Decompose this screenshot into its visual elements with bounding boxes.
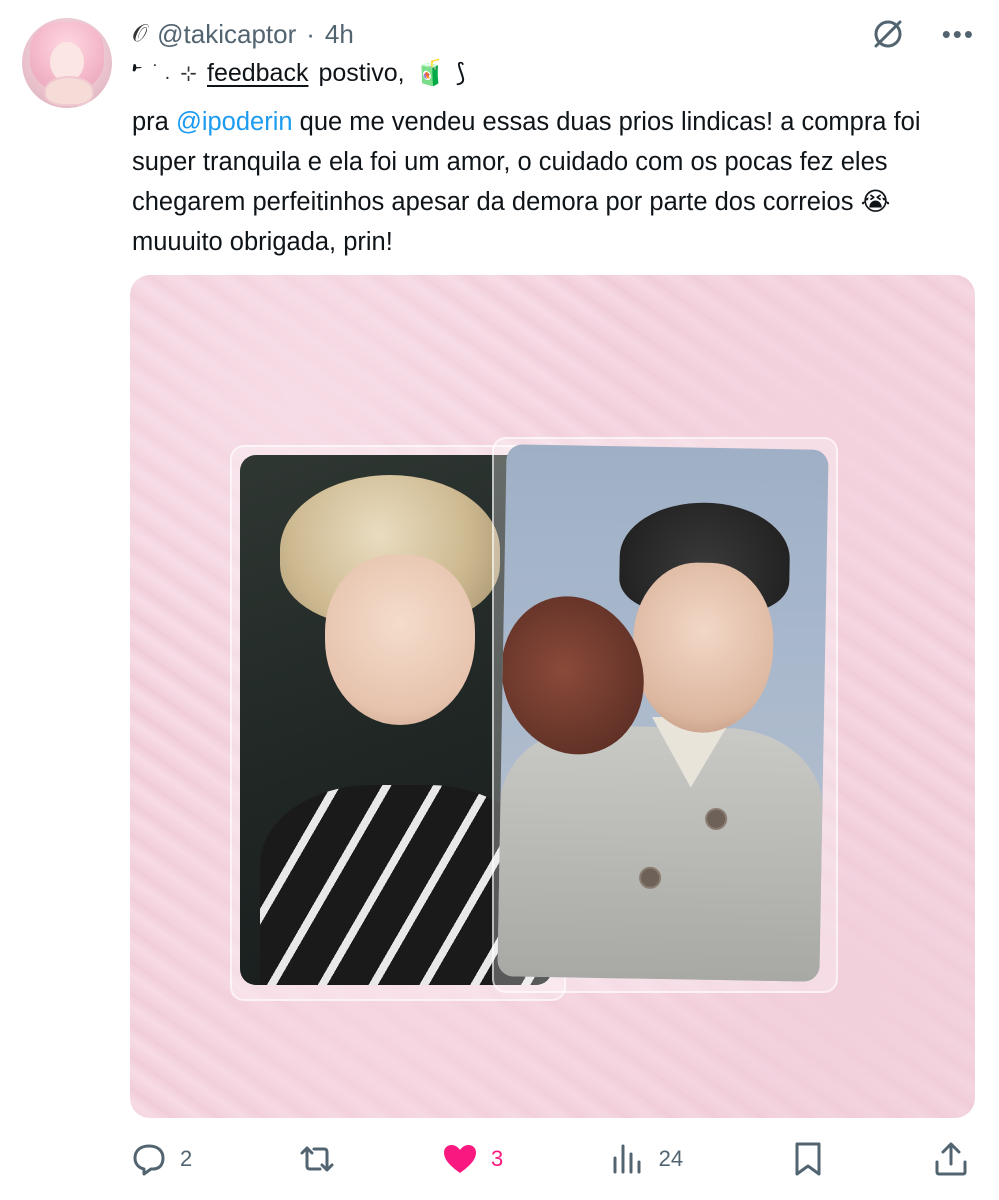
bookmark-icon bbox=[795, 1142, 821, 1176]
view-count: 24 bbox=[658, 1146, 684, 1171]
more-options-icon[interactable]: ••• bbox=[942, 16, 975, 52]
tweet-header: 𝒪 @takicaptor · 4h bbox=[132, 16, 354, 52]
tweet-top-actions: ••• bbox=[870, 16, 975, 52]
views-button[interactable]: 24 bbox=[609, 1140, 683, 1178]
views-icon bbox=[613, 1144, 641, 1174]
user-handle[interactable]: @takicaptor bbox=[157, 19, 296, 50]
reply-count: 2 bbox=[180, 1146, 193, 1171]
decorative-glyph: 𝀁 bbox=[132, 58, 143, 87]
photocard-right bbox=[497, 444, 829, 982]
feedback-word: feedback bbox=[207, 58, 309, 87]
photocard-right-face bbox=[631, 561, 775, 734]
share-icon bbox=[935, 1142, 967, 1176]
text-part-1: pra bbox=[132, 108, 176, 136]
reply-button[interactable]: 2 bbox=[130, 1140, 192, 1178]
avatar-hands bbox=[44, 76, 94, 106]
avatar[interactable] bbox=[22, 18, 112, 108]
repost-icon bbox=[300, 1146, 334, 1172]
share-button[interactable] bbox=[932, 1140, 970, 1178]
repost-button[interactable] bbox=[298, 1140, 336, 1178]
mention-link[interactable]: @ipoderin bbox=[176, 108, 293, 136]
photocard-right-cardigan bbox=[497, 724, 824, 982]
tweet-first-line: 𝀁 ˙ . ⊹ feedback postivo, 🧃 ⟆ bbox=[132, 58, 466, 88]
postivo-word: postivo, bbox=[318, 58, 405, 87]
reply-icon bbox=[133, 1144, 165, 1176]
like-count: 3 bbox=[491, 1146, 504, 1171]
name-decoration: 𝒪 bbox=[132, 20, 148, 47]
photocard-left-face bbox=[325, 555, 475, 725]
tweet-photo[interactable] bbox=[130, 275, 975, 1118]
like-button[interactable]: 3 bbox=[441, 1140, 503, 1178]
thread-emoji: ⟆ bbox=[455, 59, 466, 87]
crying-emoji: 😭 bbox=[860, 188, 891, 216]
separator-dot: · bbox=[306, 18, 315, 49]
bookmark-button[interactable] bbox=[789, 1140, 827, 1178]
heart-icon bbox=[444, 1145, 477, 1173]
tweet-text: pra @ipoderin que me vendeu essas duas p… bbox=[132, 102, 982, 262]
juice-box-emoji: 🧃 bbox=[414, 58, 446, 87]
decorative-dots: ˙ . bbox=[152, 61, 171, 84]
text-part-3: muuuito obrigada, prin! bbox=[132, 228, 393, 256]
tweet-action-bar: 2 3 24 bbox=[130, 1134, 970, 1184]
grok-icon[interactable] bbox=[870, 16, 906, 52]
post-time[interactable]: 4h bbox=[325, 19, 354, 50]
sparkle-glyph: ⊹ bbox=[180, 62, 197, 85]
